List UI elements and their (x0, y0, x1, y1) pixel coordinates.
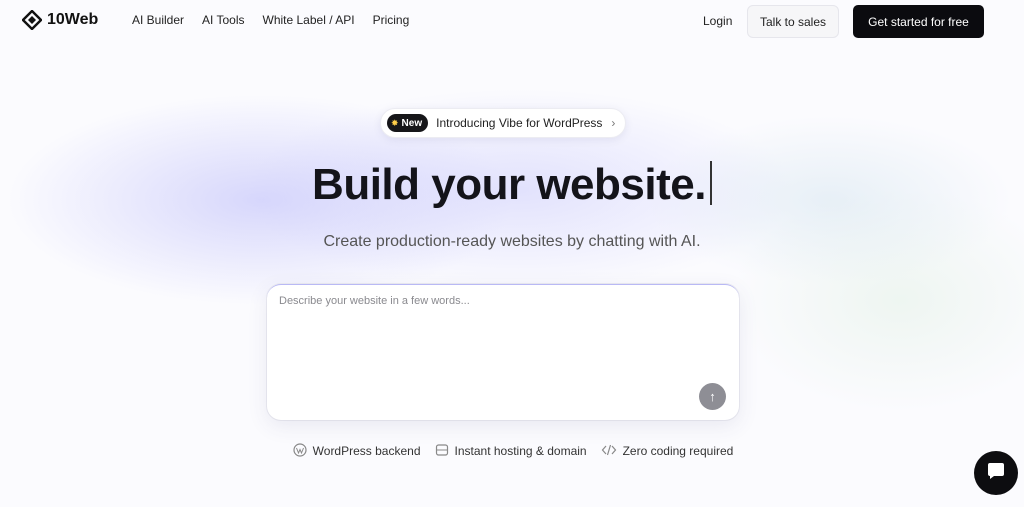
website-prompt-box: ↑ (267, 284, 739, 420)
chat-support-button[interactable] (974, 451, 1018, 495)
text-cursor-caret (709, 161, 712, 205)
talk-to-sales-button[interactable]: Talk to sales (747, 5, 839, 38)
feature-item: Zero coding required (601, 443, 734, 459)
feature-list: WordPress backend Instant hosting & doma… (0, 443, 1024, 459)
announcement-pill[interactable]: ✸ New Introducing Vibe for WordPress › (380, 108, 626, 138)
new-badge: ✸ New (387, 114, 429, 132)
nav-item-pricing[interactable]: Pricing (373, 13, 410, 27)
brand-name: 10Web (47, 11, 99, 28)
wordpress-icon (293, 443, 307, 459)
star-icon: ✸ (391, 117, 399, 128)
main-nav: AI Builder AI Tools White Label / API Pr… (132, 13, 409, 27)
top-navigation: 10Web AI Builder AI Tools White Label / … (0, 0, 1024, 42)
feature-label: Instant hosting & domain (454, 444, 587, 458)
website-description-input[interactable] (279, 295, 699, 375)
logo-diamond-icon (22, 10, 42, 30)
feature-label: WordPress backend (312, 444, 421, 458)
hero-background-gradient (0, 0, 1024, 507)
new-badge-label: New (401, 117, 423, 129)
hero-subtitle: Create production-ready websites by chat… (323, 233, 701, 250)
server-icon (435, 443, 449, 459)
feature-item: WordPress backend (293, 443, 421, 459)
get-started-button[interactable]: Get started for free (853, 5, 984, 38)
chat-bubble-icon (986, 461, 1006, 486)
login-link[interactable]: Login (703, 14, 732, 28)
code-icon (601, 443, 617, 459)
hero-title-text: Build your website. (312, 160, 706, 209)
brand-logo[interactable]: 10Web (22, 10, 98, 30)
nav-item-white-label-api[interactable]: White Label / API (263, 13, 355, 27)
feature-item: Instant hosting & domain (435, 443, 587, 459)
nav-item-ai-builder[interactable]: AI Builder (132, 13, 184, 27)
feature-label: Zero coding required (622, 444, 734, 458)
announcement-text: Introducing Vibe for WordPress (436, 116, 603, 130)
nav-item-ai-tools[interactable]: AI Tools (202, 13, 244, 27)
chevron-right-icon: › (611, 116, 616, 130)
send-prompt-button[interactable]: ↑ (699, 383, 726, 410)
arrow-up-icon: ↑ (709, 389, 716, 404)
hero-title: Build your website. (0, 160, 1024, 210)
